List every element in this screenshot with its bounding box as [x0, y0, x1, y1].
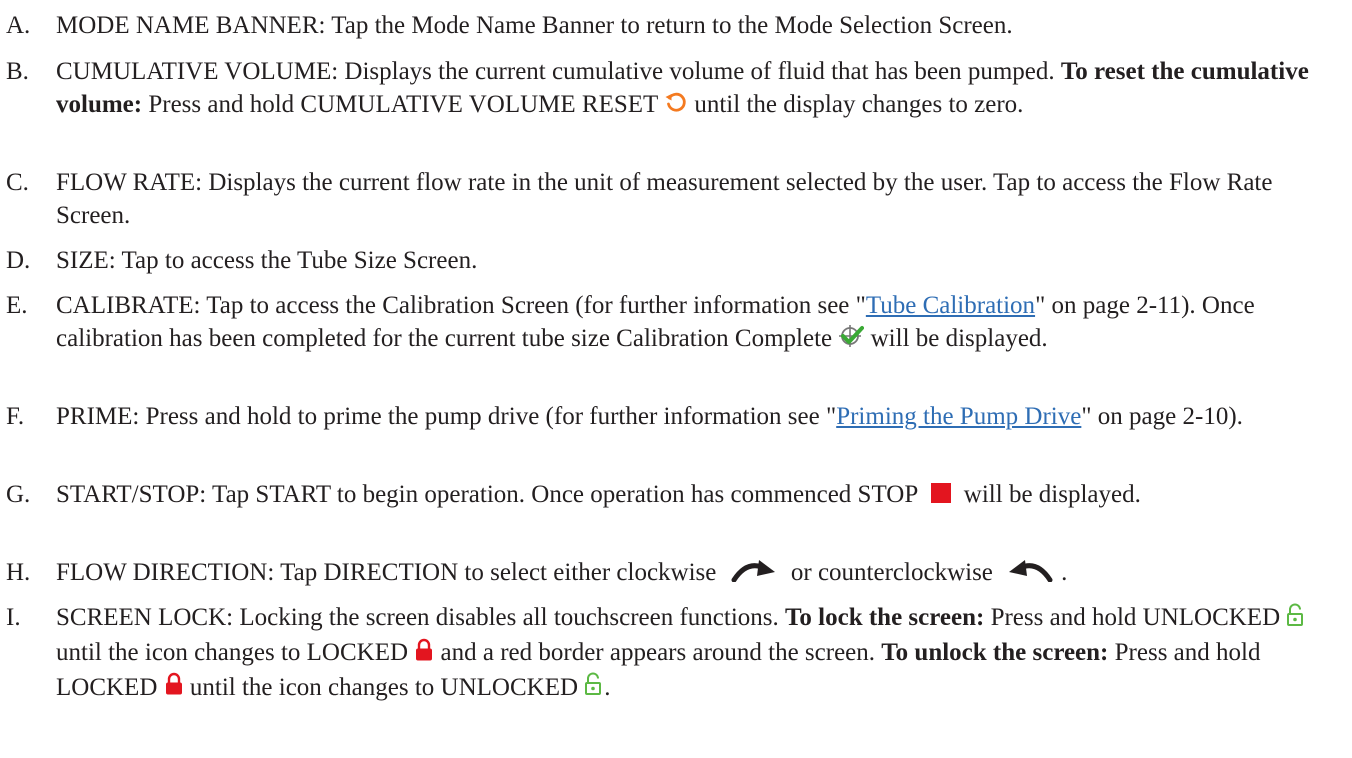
item-letter: A.	[6, 12, 31, 39]
item-text: PRIME: Press and hold to prime the pump …	[56, 403, 1243, 430]
priming-pump-drive-link[interactable]: Priming the Pump Drive	[836, 403, 1081, 430]
tube-calibration-link[interactable]: Tube Calibration	[866, 292, 1035, 319]
item-letter: E.	[6, 292, 28, 319]
item-text: MODE NAME BANNER: Tap the Mode Name Bann…	[56, 12, 1013, 39]
item-letter: B.	[6, 58, 29, 85]
item-text: CALIBRATE: Tap to access the Calibration…	[56, 289, 1326, 357]
item-text: SCREEN LOCK: Locking the screen disables…	[56, 601, 1326, 705]
locked-icon	[414, 638, 434, 671]
clockwise-icon	[731, 558, 777, 591]
counterclockwise-icon	[1007, 558, 1053, 591]
item-letter: D.	[6, 247, 31, 274]
item-text: SIZE: Tap to access the Tube Size Screen…	[56, 247, 478, 274]
unlocked-icon	[1286, 603, 1306, 636]
locked-icon	[164, 672, 184, 705]
unlocked-icon	[584, 672, 604, 705]
item-text: CUMULATIVE VOLUME: Displays the current …	[56, 55, 1326, 123]
item-letter: H.	[6, 559, 31, 586]
reset-icon	[664, 90, 688, 123]
item-text: START/STOP: Tap START to begin operation…	[56, 478, 1326, 513]
item-letter: C.	[6, 169, 29, 196]
stop-icon	[930, 480, 952, 513]
item-letter: I.	[6, 604, 21, 631]
item-letter: G.	[6, 481, 31, 508]
item-text: FLOW RATE: Displays the current flow rat…	[56, 169, 1273, 229]
item-text: FLOW DIRECTION: Tap DIRECTION to select …	[56, 556, 1326, 591]
calibration-complete-icon	[838, 324, 865, 357]
item-letter: F.	[6, 403, 25, 430]
